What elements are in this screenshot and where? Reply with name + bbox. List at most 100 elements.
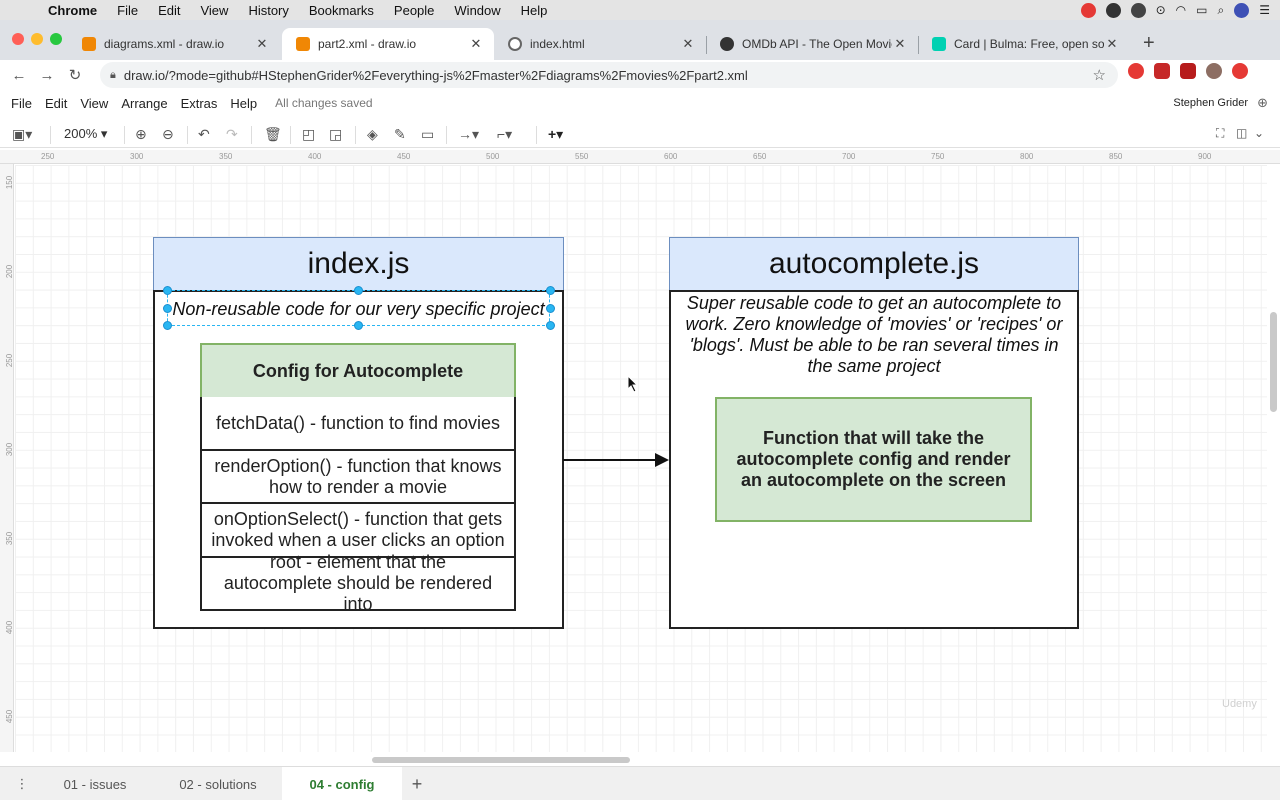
resize-handle[interactable]	[546, 286, 555, 295]
browser-tab-active[interactable]: part2.xml - draw.io ✕	[282, 28, 494, 60]
resize-handle[interactable]	[546, 321, 555, 330]
zoom-out-icon[interactable]: ⊖	[162, 126, 174, 143]
browser-tab[interactable]: index.html ✕	[494, 28, 706, 60]
url-text[interactable]: draw.io/?mode=github#HStephenGrider%2Fev…	[124, 68, 748, 83]
extension-icon[interactable]	[1232, 63, 1248, 79]
zoom-select[interactable]: 200% ▾	[64, 126, 107, 142]
index-js-description[interactable]: Non-reusable code for our very specific …	[167, 299, 550, 320]
close-icon[interactable]: ✕	[680, 36, 696, 52]
to-front-icon[interactable]: ◰	[302, 126, 315, 143]
redo-icon[interactable]: ↷	[226, 126, 238, 143]
resize-handle[interactable]	[163, 304, 172, 313]
extension-icon[interactable]	[1154, 63, 1170, 79]
shadow-icon[interactable]: ▭	[421, 126, 434, 143]
wifi-icon[interactable]: ◠	[1176, 3, 1186, 17]
zoom-in-icon[interactable]: ⊕	[135, 126, 147, 143]
connector-arrow[interactable]	[563, 450, 671, 470]
bookmark-star-icon[interactable]: ☆	[1093, 66, 1106, 84]
page-tab-solutions[interactable]: 02 - solutions	[160, 767, 276, 801]
window-minimize-button[interactable]	[31, 33, 43, 45]
page-tab-issues[interactable]: 01 - issues	[44, 767, 146, 801]
autocomplete-js-description[interactable]: Super reusable code to get an autocomple…	[681, 293, 1067, 377]
function-box[interactable]: Function that will take the autocomplete…	[715, 397, 1032, 522]
extension-icon[interactable]	[1128, 63, 1144, 79]
drawio-menu-help[interactable]: Help	[230, 96, 257, 111]
menu-file[interactable]: File	[117, 3, 138, 18]
search-icon[interactable]: ⌕	[1218, 3, 1225, 18]
pages-menu-icon[interactable]: ⋮	[10, 767, 34, 801]
panel-layout-icon[interactable]: ▣▾	[12, 126, 32, 143]
status-app-icon[interactable]	[1080, 2, 1096, 18]
config-row-fetchdata[interactable]: fetchData() - function to find movies	[200, 397, 516, 451]
menu-view[interactable]: View	[200, 3, 228, 18]
collapse-icon[interactable]: ⌄	[1254, 126, 1264, 140]
resize-handle[interactable]	[354, 321, 363, 330]
drawio-menu-edit[interactable]: Edit	[45, 96, 67, 111]
menu-bookmarks[interactable]: Bookmarks	[309, 3, 374, 18]
resize-handle[interactable]	[354, 286, 363, 295]
reload-icon[interactable]: ↻	[61, 66, 89, 84]
close-icon[interactable]: ✕	[468, 36, 484, 52]
config-row-root[interactable]: root - element that the autocomplete sho…	[200, 552, 516, 614]
forward-icon[interactable]: →	[33, 67, 61, 84]
line-color-icon[interactable]: ✎	[394, 126, 406, 143]
undo-icon[interactable]: ↶	[198, 126, 210, 143]
config-row-text: root - element that the autocomplete sho…	[223, 552, 493, 614]
drawio-menu-view[interactable]: View	[80, 96, 108, 111]
menu-people[interactable]: People	[394, 3, 434, 18]
glasses-icon[interactable]: ⊙	[1156, 3, 1166, 17]
fullscreen-icon[interactable]: ⛶	[1216, 126, 1224, 141]
lock-icon[interactable]: 🔒︎	[110, 69, 116, 82]
window-close-button[interactable]	[12, 33, 24, 45]
back-icon[interactable]: ←	[5, 67, 33, 84]
udemy-watermark: Udemy	[1222, 698, 1257, 710]
browser-tab[interactable]: Card | Bulma: Free, open sourc ✕	[918, 28, 1130, 60]
index-js-header[interactable]: index.js	[153, 237, 564, 291]
drawio-menu-extras[interactable]: Extras	[181, 96, 218, 111]
config-header[interactable]: Config for Autocomplete	[200, 343, 516, 399]
drawio-menu-file[interactable]: File	[11, 96, 32, 111]
waypoints-icon[interactable]: ⌐▾	[497, 126, 512, 143]
menu-app-name[interactable]: Chrome	[48, 3, 97, 18]
user-name[interactable]: Stephen Grider	[1173, 97, 1248, 109]
menu-window[interactable]: Window	[454, 3, 500, 18]
avatar[interactable]	[1206, 63, 1222, 79]
siri-icon[interactable]	[1234, 2, 1250, 18]
resize-handle[interactable]	[546, 304, 555, 313]
close-icon[interactable]: ✕	[254, 36, 270, 52]
window-zoom-button[interactable]	[50, 33, 62, 45]
ruler-tick-label: 350	[219, 152, 233, 161]
config-row-renderoption[interactable]: renderOption() - function that knows how…	[200, 451, 516, 504]
connection-style-icon[interactable]: →▾	[458, 126, 479, 143]
address-bar[interactable]: 🔒︎ draw.io/?mode=github#HStephenGrider%2…	[100, 62, 1118, 88]
page-tab-config[interactable]: 04 - config	[282, 767, 402, 801]
menu-edit[interactable]: Edit	[158, 3, 180, 18]
browser-tab[interactable]: OMDb API - The Open Movie D ✕	[706, 28, 918, 60]
insert-plus-icon[interactable]: +▾	[548, 126, 563, 143]
notification-center-icon[interactable]: ☰	[1259, 3, 1270, 17]
menu-history[interactable]: History	[248, 3, 288, 18]
browser-tab[interactable]: diagrams.xml - draw.io ✕	[68, 28, 280, 60]
close-icon[interactable]: ✕	[1104, 36, 1120, 52]
fill-color-icon[interactable]: ◈	[367, 126, 378, 143]
extension-icon[interactable]	[1180, 63, 1196, 79]
drawio-menu-arrange[interactable]: Arrange	[121, 96, 167, 111]
to-back-icon[interactable]: ◲	[329, 126, 342, 143]
new-tab-button[interactable]: +	[1143, 32, 1155, 55]
menu-help[interactable]: Help	[521, 3, 548, 18]
horizontal-scrollbar[interactable]	[372, 757, 630, 763]
close-icon[interactable]: ✕	[892, 36, 908, 52]
status-app-icon[interactable]	[1130, 2, 1146, 18]
format-panel-icon[interactable]: ◫	[1236, 126, 1247, 140]
resize-handle[interactable]	[163, 286, 172, 295]
language-globe-icon[interactable]: ⊕	[1257, 95, 1268, 111]
delete-icon[interactable]: 🗑︎	[264, 126, 282, 143]
battery-icon[interactable]: ▭	[1196, 3, 1207, 17]
vertical-scrollbar[interactable]	[1270, 312, 1277, 412]
config-row-onoptionselect[interactable]: onOptionSelect() - function that gets in…	[200, 504, 516, 558]
status-app-icon[interactable]	[1105, 2, 1121, 18]
autocomplete-js-header[interactable]: autocomplete.js	[669, 237, 1079, 291]
ruler-tick-label: 400	[5, 620, 15, 635]
add-page-button[interactable]: +	[405, 767, 429, 801]
resize-handle[interactable]	[163, 321, 172, 330]
